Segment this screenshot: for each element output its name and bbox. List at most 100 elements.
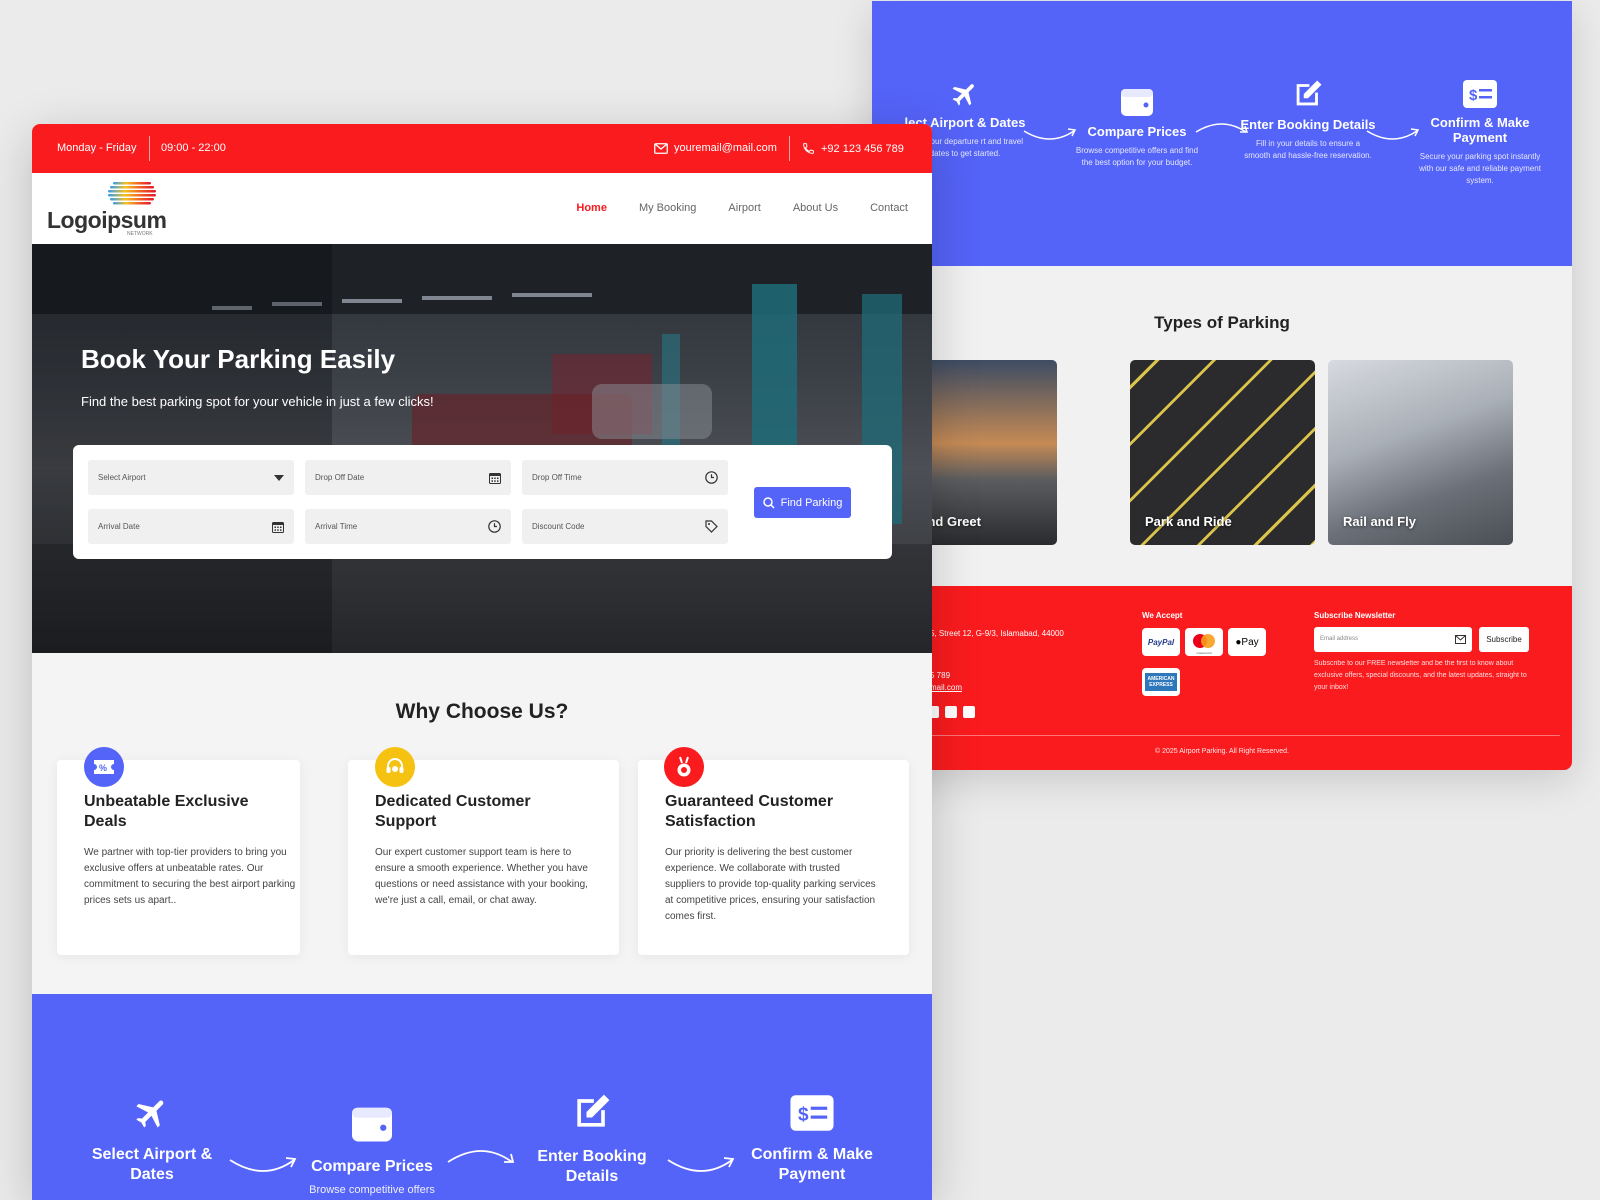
feature-desc: Our priority is delivering the best cust… [665,847,876,922]
search-icon [762,496,775,509]
medal-icon [664,747,704,787]
main-navbar: Logoipsum NETWORK Home My Booking Airpor… [32,173,932,244]
payment-icon: $ [790,1095,834,1131]
nav-home[interactable]: Home [576,202,607,214]
nav-my-booking[interactable]: My Booking [639,202,696,214]
front-page-preview: Monday - Friday 09:00 - 22:00 youremail@… [32,124,932,1200]
working-hours: 09:00 - 22:00 [161,142,226,154]
apple-pay-icon: ●Pay [1228,628,1266,656]
hero-title: Book Your Parking Easily [81,344,396,374]
feature-card-deals: Unbeatable Exclusive Deals We partner wi… [57,760,300,955]
drop-off-time-input[interactable]: Drop Off Time [522,460,728,495]
step-confirm-payment: $ Confirm & Make Payment Secure your par… [1405,79,1555,187]
nav-about-us[interactable]: About Us [793,202,838,214]
mastercard-icon: mastercard [1185,628,1223,656]
calendar-icon [272,521,284,533]
airplane-icon [952,84,974,106]
paypal-icon: PayPal [1142,628,1180,656]
feature-title: Dedicated Customer Support [375,793,531,830]
parking-type-card[interactable]: Rail and Fly [1328,360,1513,545]
calendar-icon [489,472,501,484]
edit-icon [1296,80,1322,106]
payment-icon: $ [1463,80,1497,108]
parking-type-card[interactable]: Park and Ride [1130,360,1315,545]
step-title: Enter Booking Details [537,1148,647,1185]
svg-text:%: % [99,763,107,773]
feature-card-support: Dedicated Customer Support Our expert cu… [348,760,619,955]
parking-search-form: Select Airport Drop Off Date Drop Off Ti… [73,445,892,559]
mail-icon [654,142,668,154]
footer-preview: 5, Street 12, G-9/3, Islamabad, 44000 5 … [872,586,1572,770]
linkedin-icon[interactable] [945,706,957,718]
subscribe-button[interactable]: Subscribe [1479,627,1529,652]
step-compare-prices: Compare Prices Browse competitive offers [292,1104,452,1197]
why-choose-us-title: Why Choose Us? [395,700,569,723]
nav-links: Home My Booking Airport About Us Contact [576,202,908,214]
back-page-preview: lect Airport & Dates oose your departure… [872,1,1572,770]
nav-airport[interactable]: Airport [728,202,760,214]
feature-card-satisfaction: Guaranteed Customer Satisfaction Our pri… [638,760,909,955]
feature-title: Unbeatable Exclusive Deals [84,793,249,830]
footer-address: 5, Street 12, G-9/3, Islamabad, 44000 [930,629,1064,638]
tag-icon [705,520,718,533]
svg-text:$: $ [1469,87,1478,104]
phone-icon [803,143,814,154]
feature-desc: We partner with top-tier providers to br… [84,847,296,906]
section-title: Types of Parking [1154,313,1290,332]
step-desc: Fill in your details to ensure a smooth … [1244,139,1372,160]
feature-title: Guaranteed Customer Satisfaction [665,793,834,830]
types-of-parking-section: Types of Parking Meet and Greet Park and… [872,266,1572,586]
caret-down-icon [274,474,284,481]
discount-code-input[interactable]: Discount Code [522,509,728,544]
logo[interactable]: Logoipsum NETWORK [47,181,167,239]
step-desc: Browse competitive offers and find the b… [1075,146,1199,167]
curved-arrow-icon [447,1150,515,1163]
discount-ticket-icon: % [84,747,124,787]
logo-mark-icon [108,182,156,205]
footer-email[interactable]: mail.com [930,683,962,692]
nav-contact[interactable]: Contact [870,202,908,214]
step-title: Compare Prices [1087,124,1187,139]
logo-subtext: NETWORK [127,231,153,237]
headset-icon [375,747,415,787]
steps-section-preview: lect Airport & Dates oose your departure… [872,1,1572,266]
logo-text: Logoipsum [47,207,167,233]
how-it-works-section: Select Airport & Dates Compare Prices Br… [32,994,932,1200]
step-title: Compare Prices [311,1158,433,1175]
working-days: Monday - Friday [57,142,137,154]
mail-icon [1455,635,1466,644]
svg-text:$: $ [798,1105,809,1126]
select-airport-dropdown[interactable]: Select Airport [88,460,294,495]
step-enter-details: Enter Booking Details [512,1090,672,1187]
arrival-time-input[interactable]: Arrival Time [305,509,511,544]
we-accept-heading: We Accept [1142,611,1183,620]
newsletter-email-input[interactable]: Email address [1314,627,1472,652]
youtube-icon[interactable] [963,706,975,718]
newsletter-heading: Subscribe Newsletter [1314,611,1396,620]
airplane-icon [136,1100,164,1128]
wallet-icon [1121,89,1153,116]
step-title: Confirm & Make Payment [751,1146,873,1183]
step-enter-details: Enter Booking Details Fill in your detai… [1233,77,1383,162]
hero-subtitle: Find the best parking spot for your vehi… [81,394,434,409]
arrival-date-input[interactable]: Arrival Date [88,509,294,544]
step-title: Confirm & Make Payment [1430,115,1530,145]
copyright: © 2025 Airport Parking. All Right Reserv… [1155,748,1289,755]
parking-type-label: Rail and Fly [1343,514,1416,529]
divider [872,735,1560,736]
curved-arrow-icon [667,1157,735,1172]
step-confirm-payment: $ Confirm & Make Payment [732,1094,892,1185]
contact-email[interactable]: youremail@mail.com [654,142,777,154]
feature-desc: Our expert customer support team is here… [375,847,588,906]
wallet-icon [352,1107,392,1142]
amex-icon: AMERICAN EXPRESS [1142,668,1180,696]
social-links [927,706,975,718]
hero-section: Book Your Parking Easily Find the best p… [32,244,932,653]
newsletter-desc: Subscribe to our FREE newsletter and be … [1314,660,1527,691]
step-compare-prices: Compare Prices Browse competitive offers… [1062,86,1212,169]
contact-phone[interactable]: +92 123 456 789 [802,142,904,155]
step-desc: Browse competitive offers [309,1184,435,1196]
drop-off-date-input[interactable]: Drop Off Date [305,460,511,495]
footer-phone: 5 789 [930,671,951,680]
find-parking-button[interactable]: Find Parking [754,487,851,518]
